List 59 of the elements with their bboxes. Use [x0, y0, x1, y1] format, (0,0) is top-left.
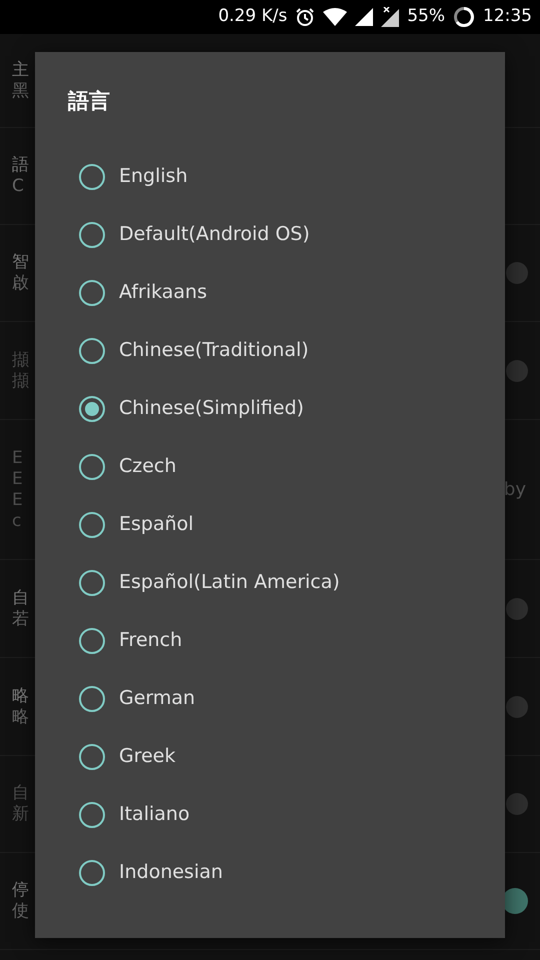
radio-button[interactable]	[79, 338, 105, 364]
option-label[interactable]: English	[119, 162, 188, 191]
no-signal-icon	[381, 7, 400, 27]
toggle-switch[interactable]	[506, 598, 528, 620]
setting-subtitle: C	[12, 176, 24, 198]
setting-title: 擷	[12, 348, 29, 371]
setting-subtitle: E	[12, 490, 23, 512]
setting-subtitle: 黑	[12, 80, 29, 102]
setting-title: 自	[12, 782, 29, 804]
radio-button[interactable]	[79, 628, 105, 654]
radio-button[interactable]	[79, 860, 105, 886]
alarm-icon	[295, 7, 316, 27]
setting-title: 自	[12, 586, 29, 609]
option-label[interactable]: French	[119, 626, 182, 655]
setting-subtitle: 擷	[12, 370, 29, 392]
option-label[interactable]: Italiano	[119, 800, 190, 829]
battery-level: 55%	[407, 5, 445, 28]
wifi-icon	[323, 8, 348, 26]
setting-title: 略	[12, 684, 29, 707]
signal-icon	[355, 8, 374, 26]
radio-button[interactable]	[79, 280, 105, 306]
option-label[interactable]: Czech	[119, 452, 176, 481]
clock-time: 12:35	[483, 5, 532, 28]
setting-subtitle: 使	[12, 901, 29, 923]
option-label[interactable]: Afrikaans	[119, 278, 207, 307]
radio-button[interactable]	[79, 686, 105, 712]
setting-subtitle: 新	[12, 804, 29, 826]
setting-text: by	[504, 478, 526, 502]
setting-title: 停	[12, 879, 29, 902]
option-label[interactable]: Indonesian	[119, 858, 223, 887]
radio-button[interactable]	[79, 164, 105, 190]
radio-button[interactable]	[79, 512, 105, 538]
battery-icon	[453, 6, 475, 28]
option-label[interactable]: Chinese(Traditional)	[119, 336, 309, 365]
option-label[interactable]: Español(Latin America)	[119, 568, 340, 597]
radio-button[interactable]	[79, 454, 105, 480]
radio-button[interactable]	[79, 744, 105, 770]
setting-title: 語	[12, 154, 29, 176]
option-label[interactable]: German	[119, 684, 196, 713]
radio-button[interactable]	[79, 396, 105, 422]
setting-subtitle: 若	[12, 608, 29, 630]
setting-title: 智	[12, 251, 29, 274]
toggle-switch[interactable]	[506, 262, 528, 284]
radio-button[interactable]	[79, 222, 105, 248]
setting-title: E	[12, 446, 23, 469]
network-speed: 0.29 K/s	[218, 5, 288, 28]
setting-title: 主	[12, 58, 29, 81]
dialog-title: 語言	[66, 88, 111, 115]
setting-subtitle: E	[12, 468, 23, 490]
option-label[interactable]: Chinese(Simplified)	[119, 394, 304, 423]
option-label[interactable]: Greek	[119, 742, 176, 771]
toggle-switch[interactable]	[506, 696, 528, 718]
setting-subtitle: 啟	[12, 273, 29, 295]
radio-button[interactable]	[79, 570, 105, 596]
setting-subtitle: 略	[12, 706, 29, 728]
setting-subtitle: c	[12, 511, 22, 532]
option-label[interactable]: Default(Android OS)	[119, 220, 310, 249]
radio-button[interactable]	[79, 802, 105, 828]
option-label[interactable]: Español	[119, 510, 194, 539]
